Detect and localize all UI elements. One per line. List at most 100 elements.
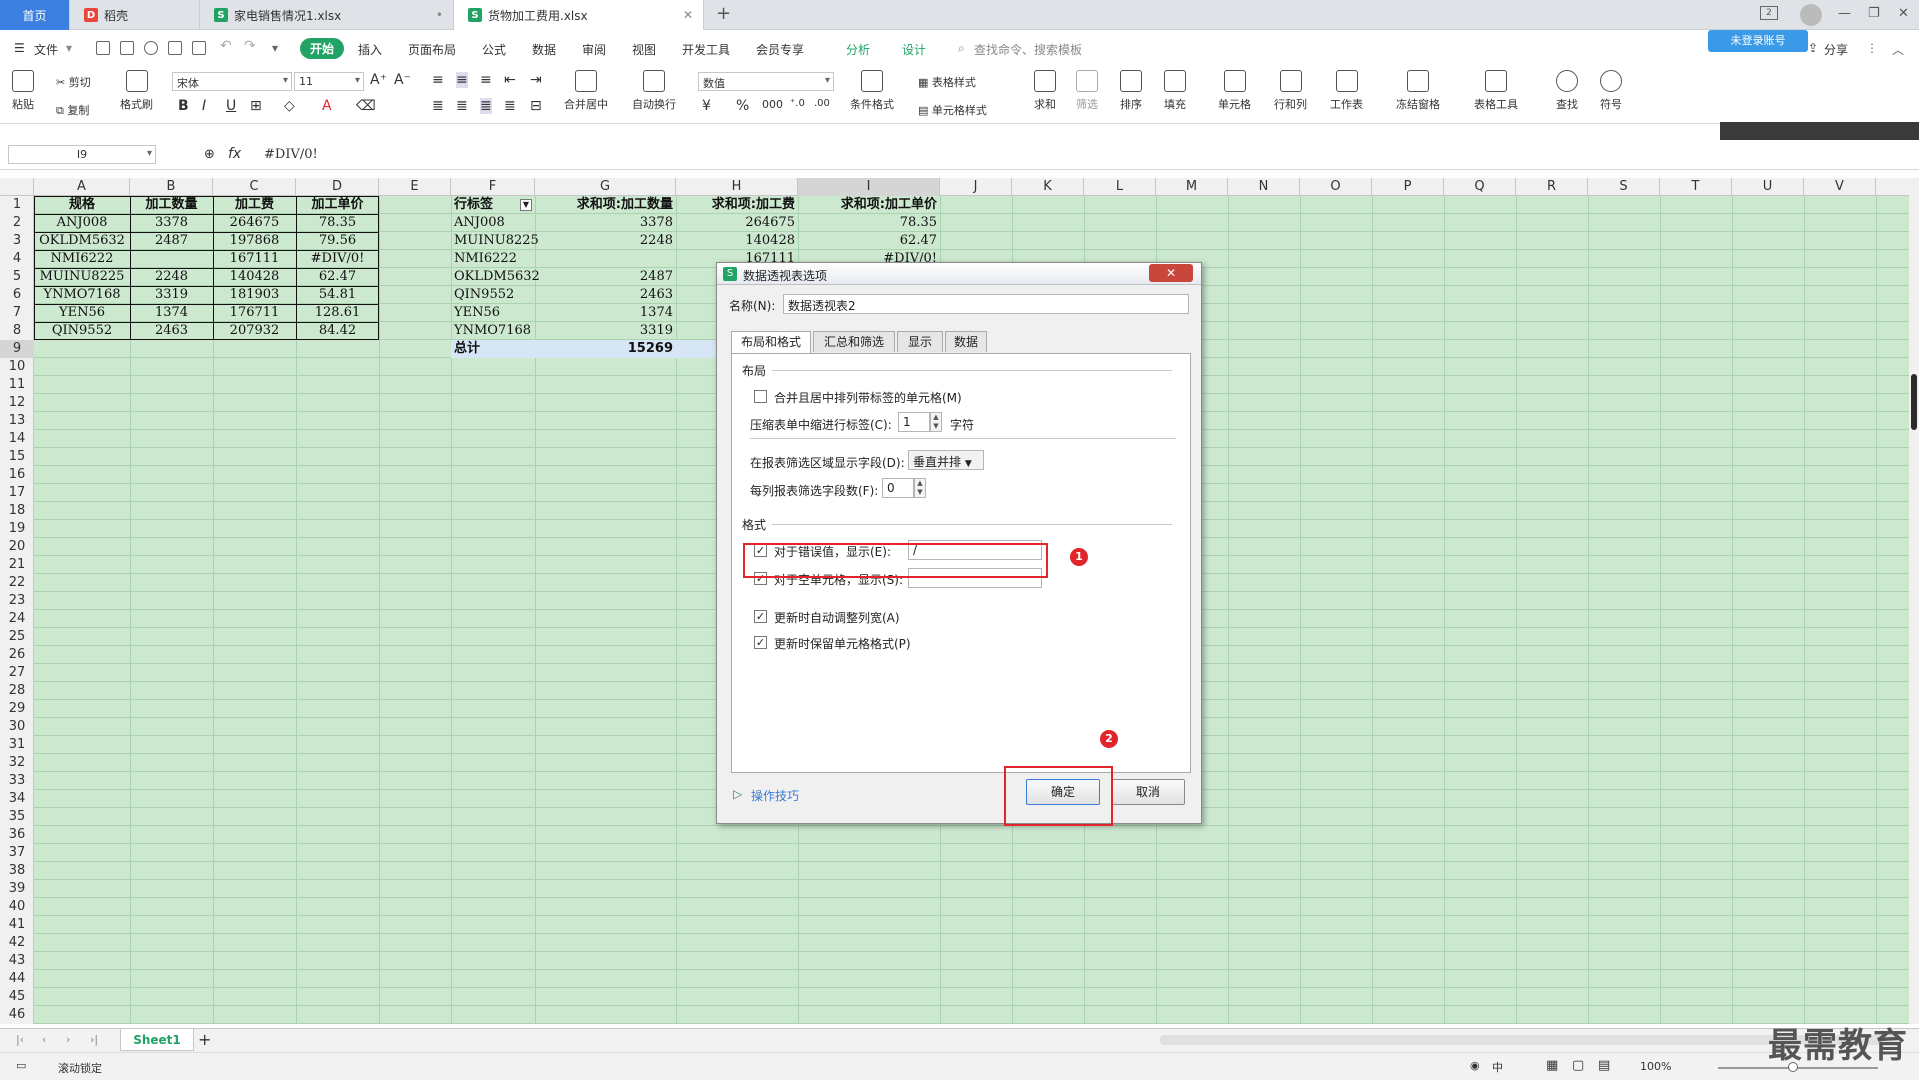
worksheet-button[interactable]: 工作表: [1330, 70, 1363, 112]
source-cell[interactable]: OKLDM5632: [34, 232, 130, 250]
increase-font-icon[interactable]: A⁺: [370, 72, 387, 88]
source-header-cell[interactable]: 加工费: [213, 196, 296, 214]
clear-icon[interactable]: ⌫: [356, 98, 376, 114]
copy-button[interactable]: ⧉ 复制: [56, 102, 89, 118]
cell-button[interactable]: 单元格: [1218, 70, 1251, 112]
tips-link[interactable]: 操作技巧: [751, 787, 799, 804]
row-28[interactable]: 28: [0, 682, 34, 700]
macro-icon[interactable]: ▭: [16, 1059, 26, 1072]
source-cell[interactable]: YNMO7168: [34, 286, 130, 304]
merge-center-checkbox[interactable]: [754, 390, 767, 403]
source-cell[interactable]: QIN9552: [34, 322, 130, 340]
pivot-cell[interactable]: YEN56: [451, 304, 535, 322]
pivot-cell[interactable]: 264675: [676, 214, 798, 232]
row-22[interactable]: 22: [0, 574, 34, 592]
row-23[interactable]: 23: [0, 592, 34, 610]
ime-toolbar[interactable]: [1720, 122, 1919, 140]
source-cell[interactable]: MUINU8225: [34, 268, 130, 286]
column-C[interactable]: C: [213, 178, 296, 196]
autofit-checkbox[interactable]: ✓: [754, 610, 767, 623]
column-I[interactable]: I: [798, 178, 940, 196]
source-cell[interactable]: 3319: [130, 286, 213, 304]
row-15[interactable]: 15: [0, 448, 34, 466]
tab-home[interactable]: 首页: [0, 0, 70, 30]
table-style-button[interactable]: ▦ 表格样式: [918, 74, 976, 90]
pivot-total-label[interactable]: 总计: [451, 340, 535, 358]
add-sheet-button[interactable]: +: [198, 1030, 211, 1049]
row-5[interactable]: 5: [0, 268, 34, 286]
decrease-decimal-icon[interactable]: .00: [814, 98, 830, 109]
share-button[interactable]: 分享: [1824, 41, 1848, 58]
source-cell[interactable]: 128.61: [296, 304, 379, 322]
column-M[interactable]: M: [1156, 178, 1228, 196]
preserve-format-checkbox[interactable]: ✓: [754, 636, 767, 649]
source-cell[interactable]: 176711: [213, 304, 296, 322]
pivot-cell[interactable]: MUINU8225: [451, 232, 539, 250]
input-mode[interactable]: 中: [1492, 1059, 1503, 1075]
share-icon[interactable]: ⇪: [1808, 41, 1818, 55]
source-cell[interactable]: 84.42: [296, 322, 379, 340]
save-icon[interactable]: [120, 41, 134, 55]
row-27[interactable]: 27: [0, 664, 34, 682]
row-6[interactable]: 6: [0, 286, 34, 304]
column-U[interactable]: U: [1732, 178, 1804, 196]
column-S[interactable]: S: [1588, 178, 1660, 196]
tab-docer[interactable]: D 稻壳: [70, 0, 200, 30]
tab-member[interactable]: 会员专享: [756, 41, 804, 58]
collapse-ribbon-icon[interactable]: ︿: [1892, 41, 1904, 58]
column-A[interactable]: A: [34, 178, 130, 196]
cut-button[interactable]: ✂ 剪切: [56, 74, 91, 90]
sum-button[interactable]: 求和: [1034, 70, 1056, 112]
wrap-text-button[interactable]: 自动换行: [632, 70, 676, 112]
pivot-cell[interactable]: 2463: [535, 286, 676, 304]
command-search[interactable]: 查找命令、搜索模板: [974, 41, 1082, 58]
column-O[interactable]: O: [1300, 178, 1372, 196]
row-1[interactable]: 1: [0, 196, 34, 214]
row-2[interactable]: 2: [0, 214, 34, 232]
row-24[interactable]: 24: [0, 610, 34, 628]
thousands-icon[interactable]: 000: [762, 98, 783, 111]
scroll-thumb[interactable]: [1911, 374, 1917, 430]
pivot-cell[interactable]: 3378: [535, 214, 676, 232]
row-36[interactable]: 36: [0, 826, 34, 844]
row-18[interactable]: 18: [0, 502, 34, 520]
format-painter-button[interactable]: 格式刷: [120, 70, 153, 112]
find-button[interactable]: 查找: [1556, 70, 1578, 112]
source-cell[interactable]: YEN56: [34, 304, 130, 322]
row-3[interactable]: 3: [0, 232, 34, 250]
first-sheet-icon[interactable]: |‹: [16, 1033, 24, 1046]
row-col-button[interactable]: 行和列: [1274, 70, 1307, 112]
file-menu[interactable]: 文件: [34, 41, 58, 58]
source-cell[interactable]: 78.35: [296, 214, 379, 232]
sort-button[interactable]: 排序: [1120, 70, 1142, 112]
pivot-total-value[interactable]: 15269: [535, 340, 676, 358]
eye-icon[interactable]: ◉: [1470, 1059, 1480, 1072]
source-cell[interactable]: 3378: [130, 214, 213, 232]
source-cell[interactable]: NMI6222: [34, 250, 130, 268]
source-cell[interactable]: 207932: [213, 322, 296, 340]
source-cell[interactable]: 167111: [213, 250, 296, 268]
tab-data[interactable]: 数据: [532, 41, 556, 58]
formula-input[interactable]: #DIV/0!: [264, 147, 318, 162]
indent-spinner[interactable]: ▲ ▼: [930, 412, 942, 432]
name-box[interactable]: I9: [8, 145, 156, 164]
tab-review[interactable]: 审阅: [582, 41, 606, 58]
row-35[interactable]: 35: [0, 808, 34, 826]
row-19[interactable]: 19: [0, 520, 34, 538]
page-break-view-icon[interactable]: ▤: [1598, 1058, 1610, 1073]
row-14[interactable]: 14: [0, 430, 34, 448]
function-icon[interactable]: fx: [228, 146, 241, 162]
chevron-down-icon[interactable]: ▾: [272, 41, 278, 55]
column-Q[interactable]: Q: [1444, 178, 1516, 196]
cancel-button[interactable]: 取消: [1111, 779, 1185, 805]
undo-icon[interactable]: ↶: [220, 38, 232, 54]
source-cell[interactable]: 54.81: [296, 286, 379, 304]
font-color-icon[interactable]: A: [322, 98, 332, 114]
row-30[interactable]: 30: [0, 718, 34, 736]
login-button[interactable]: 未登录账号: [1708, 30, 1808, 52]
dialog-close-button[interactable]: ✕: [1149, 264, 1193, 282]
minimize-icon[interactable]: —: [1838, 6, 1851, 21]
table-tools-button[interactable]: 表格工具: [1474, 70, 1518, 112]
source-cell[interactable]: #DIV/0!: [296, 250, 379, 268]
row-33[interactable]: 33: [0, 772, 34, 790]
